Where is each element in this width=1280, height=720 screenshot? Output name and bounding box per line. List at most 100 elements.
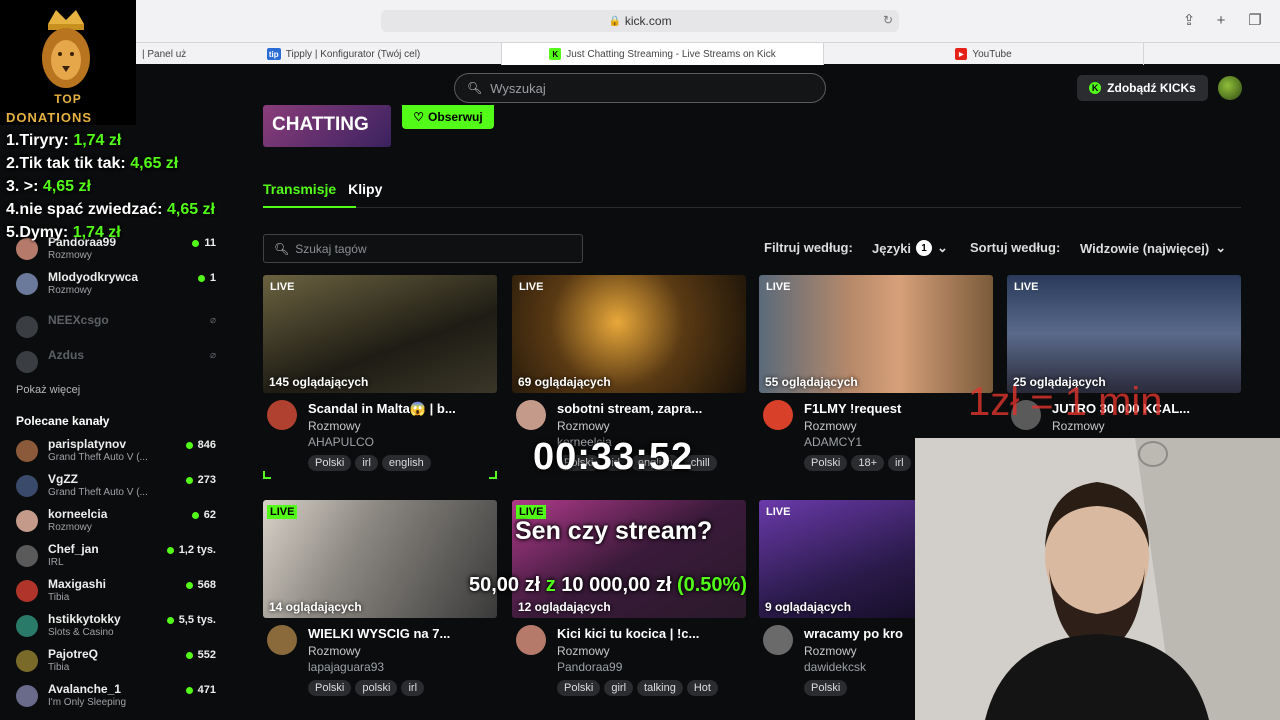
show-more-link[interactable]: Pokaż więcej — [16, 384, 80, 396]
stream-category[interactable]: Rozmowy — [804, 419, 857, 433]
stream-thumbnail[interactable]: LIVE 14 oglądających — [263, 500, 497, 618]
live-badge: LIVE — [766, 506, 791, 518]
sidebar-item-korneelcia[interactable]: korneelcia Rozmowy 62 — [16, 507, 216, 541]
stream-thumbnail[interactable]: LIVE 55 oglądających — [759, 275, 993, 393]
donation-item: 4.nie spać zwiedzać: 4,65 zł — [6, 201, 215, 218]
streamer-name[interactable]: lapajaguara93 — [308, 660, 384, 674]
streamer-webcam-image — [915, 438, 1280, 720]
stream-thumbnail[interactable]: LIVE 25 oglądających — [1007, 275, 1241, 393]
new-tab-icon[interactable]: + — [1212, 12, 1230, 30]
tag[interactable]: Polski — [557, 680, 601, 696]
tab-clips[interactable]: Klipy — [348, 181, 382, 197]
sort-label: Sortuj według: — [970, 240, 1061, 255]
tag[interactable]: irl — [401, 680, 425, 696]
tab-overview-icon[interactable]: ❐ — [1246, 12, 1264, 30]
tab-streams[interactable]: Transmisje — [263, 181, 336, 197]
streamer-name[interactable]: Pandoraa99 — [557, 660, 622, 674]
languages-filter[interactable]: Języki 1 ⌄ — [872, 240, 948, 256]
donation-item: 3. >: 4,65 zł — [6, 178, 91, 195]
stream-category[interactable]: Rozmowy — [557, 419, 610, 433]
donation-item: 5.Dymy: 1,74 zł — [6, 224, 121, 241]
tab-kick[interactable]: K Just Chatting Streaming - Live Streams… — [502, 43, 824, 65]
tag-search-input[interactable]: 🔍︎ Szukaj tagów — [263, 234, 583, 263]
category-image: CHATTING — [263, 105, 391, 147]
tag[interactable]: talking — [637, 680, 683, 696]
viewer-count: 69 oglądających — [518, 375, 611, 389]
avatar[interactable] — [267, 625, 297, 655]
sidebar-item-avalanche-1[interactable]: Avalanche_1 I'm Only Sleeping 471 — [16, 682, 216, 716]
stream-title[interactable]: F1LMY !request — [804, 401, 989, 416]
user-avatar[interactable] — [1218, 76, 1242, 100]
avatar — [16, 650, 38, 672]
tag[interactable]: english — [381, 455, 431, 471]
streamer-name[interactable]: dawidekcsk — [804, 660, 866, 674]
sidebar-item-azdus[interactable]: Azdus ⌀ — [16, 348, 216, 382]
sort-select[interactable]: Widzowie (najwięcej) ⌄ — [1080, 240, 1226, 256]
streamer-name[interactable]: ADAMCY1 — [804, 435, 862, 449]
url-text: kick.com — [624, 14, 672, 28]
live-dot-icon — [191, 511, 199, 519]
kick-favicon: K — [549, 48, 562, 60]
tag[interactable]: Hot — [686, 680, 718, 696]
tag[interactable]: Polski — [804, 680, 848, 696]
avatar[interactable] — [267, 400, 297, 430]
live-badge: LIVE — [519, 281, 544, 293]
live-badge: LIVE — [1014, 281, 1039, 293]
search-input[interactable]: 🔍︎ Wyszukaj — [454, 73, 826, 103]
sidebar-item-mlodyodkrywca[interactable]: Mlodyodkrywca Rozmowy 1 — [16, 270, 216, 304]
donation-item: 1.Tiryry: 1,74 zł — [6, 132, 122, 149]
get-kicks-button[interactable]: K Zdobądź KICKs — [1077, 75, 1208, 101]
sidebar-item-parisplatynov[interactable]: parisplatynov Grand Theft Auto V (... 846 — [16, 437, 216, 471]
tag[interactable]: Polski — [804, 455, 848, 471]
top-label: TOP — [54, 92, 82, 106]
tag[interactable]: 18+ — [851, 455, 885, 471]
sidebar-item-chef-jan[interactable]: Chef_jan IRL 1,2 tys. — [16, 542, 216, 576]
tab-tipply[interactable]: tip Tipply | Konfigurator (Twój cel) — [186, 43, 502, 65]
tab-bar: | Panel użytkownika tip Tipply | Konfigu… — [0, 42, 1280, 65]
offline-icon: ⌀ — [209, 350, 216, 361]
avatar — [16, 685, 38, 707]
reload-icon[interactable]: ↻ — [883, 13, 893, 27]
goal-title: Sen czy stream? — [515, 517, 713, 545]
streamer-name[interactable]: AHAPULCO — [308, 435, 374, 449]
filter-label: Filtruj według: — [764, 240, 853, 255]
avatar[interactable] — [516, 625, 546, 655]
sidebar-item-neexcsgo[interactable]: NEEXcsgo ⌀ — [16, 313, 216, 347]
sidebar-item-pajotreq[interactable]: PajotreQ Tibia 552 — [16, 647, 216, 681]
stream-title[interactable]: Scandal in Malta😱 | b... — [308, 401, 493, 417]
tab-youtube[interactable]: ▶ YouTube — [824, 43, 1144, 65]
tag[interactable]: irl — [355, 455, 378, 471]
share-icon[interactable]: ⇪ — [1180, 12, 1198, 30]
live-dot-icon — [197, 274, 205, 282]
browser-chrome: 🔒 kick.com ↻ ⇪ + ❐ | Panel użytkownika t… — [0, 0, 1280, 65]
stream-category[interactable]: Rozmowy — [308, 419, 361, 433]
stream-card[interactable]: LIVE 14 oglądających WIELKI WYSCIG na 7.… — [263, 500, 497, 698]
avatar[interactable] — [763, 625, 793, 655]
tag[interactable]: Polski — [308, 680, 352, 696]
sidebar-item-hstikkytokky[interactable]: hstikkytokky Slots & Casino 5,5 tys. — [16, 612, 216, 646]
recommended-heading: Polecane kanały — [16, 414, 110, 428]
follow-button[interactable]: ♡ Obserwuj — [402, 105, 494, 129]
stream-category[interactable]: Rozmowy — [557, 644, 610, 658]
stream-title[interactable]: sobotni stream, zapra... — [557, 401, 742, 416]
live-dot-icon — [185, 686, 193, 694]
stream-category[interactable]: Rozmowy — [804, 644, 857, 658]
screen: 🔒 kick.com ↻ ⇪ + ❐ | Panel użytkownika t… — [0, 0, 1280, 720]
stream-thumbnail[interactable]: LIVE 145 oglądających — [263, 275, 497, 393]
address-bar[interactable]: 🔒 kick.com ↻ — [381, 10, 899, 32]
tag[interactable]: polski — [355, 680, 398, 696]
stream-title[interactable]: WIELKI WYSCIG na 7... — [308, 626, 493, 641]
sidebar-item-vgzz[interactable]: VgZZ Grand Theft Auto V (... 273 — [16, 472, 216, 506]
stream-title[interactable]: Kici kici tu kocica | !c... — [557, 626, 742, 641]
stream-thumbnail[interactable]: LIVE 69 oglądających — [512, 275, 746, 393]
stream-card[interactable]: LIVE 145 oglądających Scandal in Malta😱 … — [263, 275, 497, 479]
tag[interactable]: Polski — [308, 455, 352, 471]
stream-category[interactable]: Rozmowy — [308, 644, 361, 658]
search-icon: 🔍︎ — [274, 241, 290, 256]
sidebar-item-maxigashi[interactable]: Maxigashi Tibia 568 — [16, 577, 216, 611]
tag[interactable]: irl — [888, 455, 911, 471]
avatar[interactable] — [763, 400, 793, 430]
tag[interactable]: girl — [604, 680, 634, 696]
offline-icon: ⌀ — [209, 315, 216, 326]
avatar[interactable] — [516, 400, 546, 430]
